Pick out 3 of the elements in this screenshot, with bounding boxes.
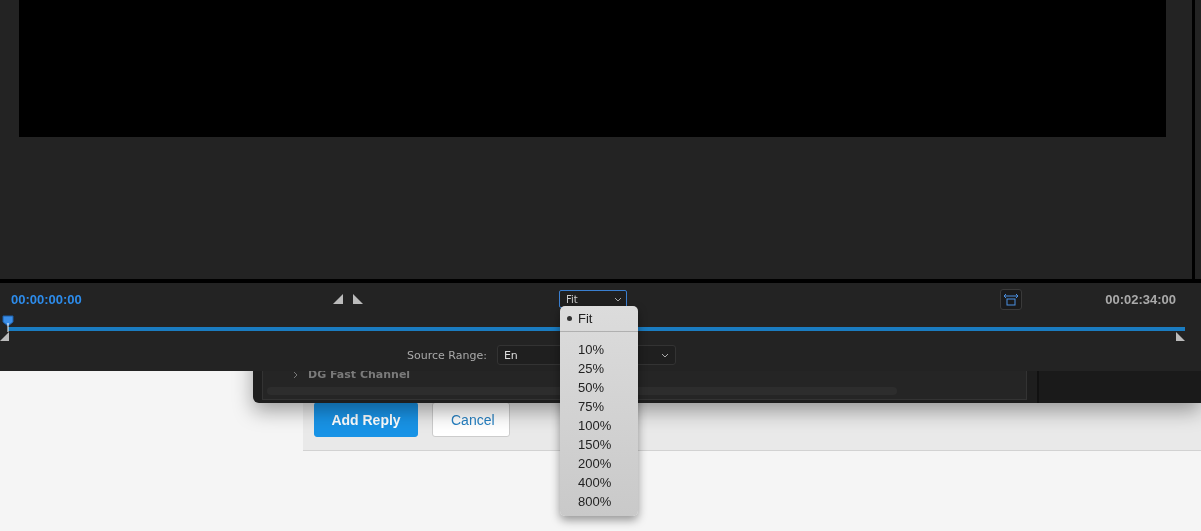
source-range-label: Source Range: (407, 348, 487, 362)
start-timecode: 00:00:00:00 (11, 291, 82, 307)
end-timecode: 00:02:34:00 (1105, 291, 1176, 307)
